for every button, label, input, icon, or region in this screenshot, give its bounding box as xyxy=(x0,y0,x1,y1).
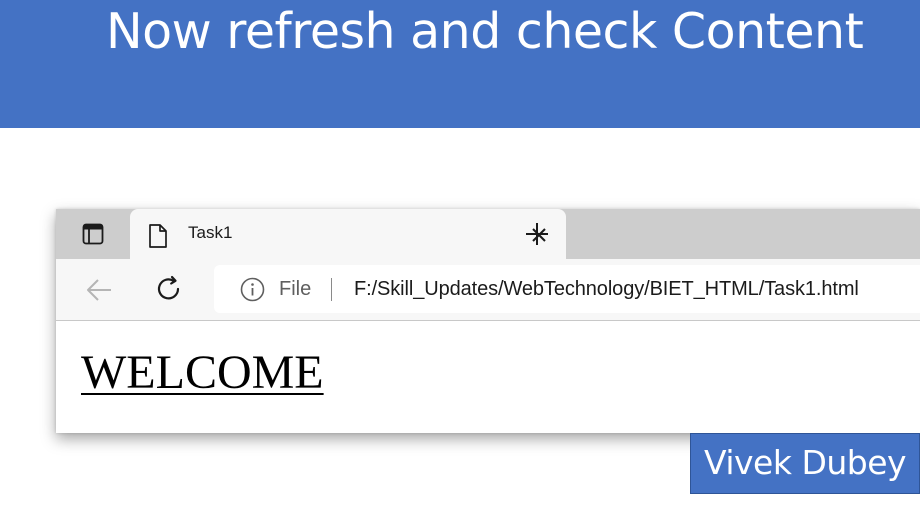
info-icon[interactable] xyxy=(240,277,265,302)
scheme-label: File xyxy=(279,278,312,300)
browser-window: Task1 File F:/Skill_Updates/WebTechnolog… xyxy=(56,209,920,433)
tab-task1[interactable]: Task1 xyxy=(130,209,566,261)
page-viewport: WELCOME xyxy=(56,321,920,433)
back-arrow-icon[interactable] xyxy=(84,275,114,305)
tab-title: Task1 xyxy=(188,223,233,242)
url-text[interactable]: F:/Skill_Updates/WebTechnology/BIET_HTML… xyxy=(354,277,859,302)
author-badge: Vivek Dubey xyxy=(690,433,920,494)
tab-strip: Task1 xyxy=(56,209,920,261)
new-tab-icon[interactable] xyxy=(524,221,550,247)
browser-toolbar: File F:/Skill_Updates/WebTechnology/BIET… xyxy=(56,259,920,321)
refresh-icon[interactable] xyxy=(154,274,184,304)
slide-title: Now refresh and check Content xyxy=(106,3,864,60)
tab-actions-icon xyxy=(82,223,104,245)
address-divider xyxy=(331,278,332,301)
page-icon xyxy=(149,224,167,248)
welcome-heading: WELCOME xyxy=(81,346,324,399)
tab-actions-button[interactable] xyxy=(56,209,130,259)
slide-header: Now refresh and check Content xyxy=(0,0,920,128)
address-bar[interactable]: File F:/Skill_Updates/WebTechnology/BIET… xyxy=(214,265,920,313)
author-name: Vivek Dubey xyxy=(704,443,907,482)
